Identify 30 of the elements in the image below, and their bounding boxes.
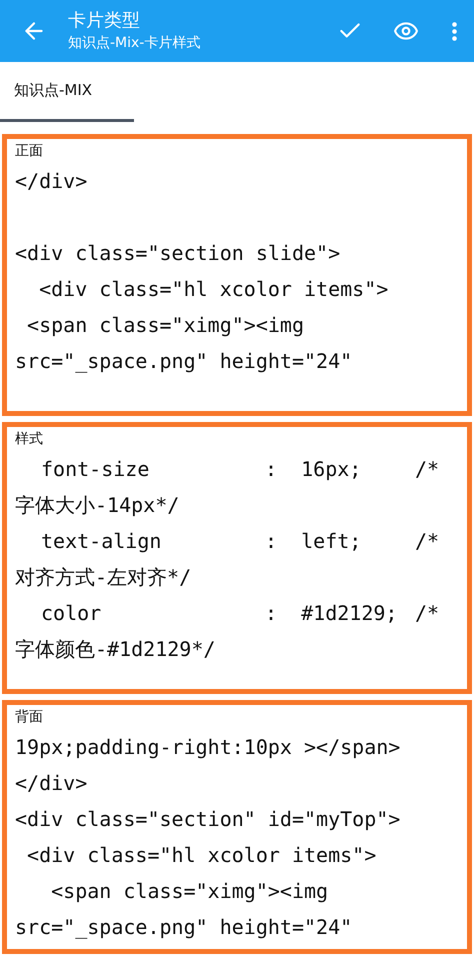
css-property: font-size bbox=[40, 456, 150, 483]
code-line: </div> bbox=[15, 770, 88, 797]
code-line: 19px;padding-right:10px ></span> bbox=[15, 734, 400, 761]
comment-start: /* bbox=[415, 528, 440, 555]
section-label: 背面 bbox=[15, 708, 43, 727]
screen-title: 卡片类型 bbox=[68, 9, 140, 33]
code-line: <div class="section" id="myTop"> bbox=[15, 806, 400, 833]
comment-start: /* bbox=[415, 600, 440, 627]
code-line: <div class="hl xcolor items"> bbox=[26, 842, 376, 869]
code-line: </div> bbox=[15, 168, 88, 195]
tab[interactable]: 知识点-MIX bbox=[0, 62, 134, 122]
code-line: 字体颜色-#1d2129*/ bbox=[15, 636, 216, 663]
screen-subtitle: 知识点-Mix-卡片样式 bbox=[68, 34, 200, 53]
css-value: : left; bbox=[265, 528, 362, 555]
code-line: <span class="ximg"><img bbox=[26, 312, 304, 339]
code-line: <span class="ximg"><img bbox=[50, 878, 328, 905]
css-value: : #1d2129; bbox=[265, 600, 398, 627]
comment-start: /* bbox=[415, 456, 440, 483]
css-property: text-align bbox=[40, 528, 162, 555]
css-property: color bbox=[40, 600, 102, 627]
code-line: <div class="hl xcolor items"> bbox=[38, 276, 388, 303]
code-line: src="_space.png" height="24" bbox=[15, 914, 352, 941]
more-icon bbox=[452, 22, 456, 40]
code-line: src="_space.png" height="24" bbox=[15, 348, 352, 375]
section-label: 正面 bbox=[15, 142, 43, 161]
css-value: : 16px; bbox=[265, 456, 362, 483]
section-label: 样式 bbox=[15, 430, 43, 449]
code-line: 对齐方式-左对齐*/ bbox=[15, 564, 192, 591]
code-line: <div class="section slide"> bbox=[15, 240, 340, 267]
code-line: 字体大小-14px*/ bbox=[15, 492, 180, 519]
